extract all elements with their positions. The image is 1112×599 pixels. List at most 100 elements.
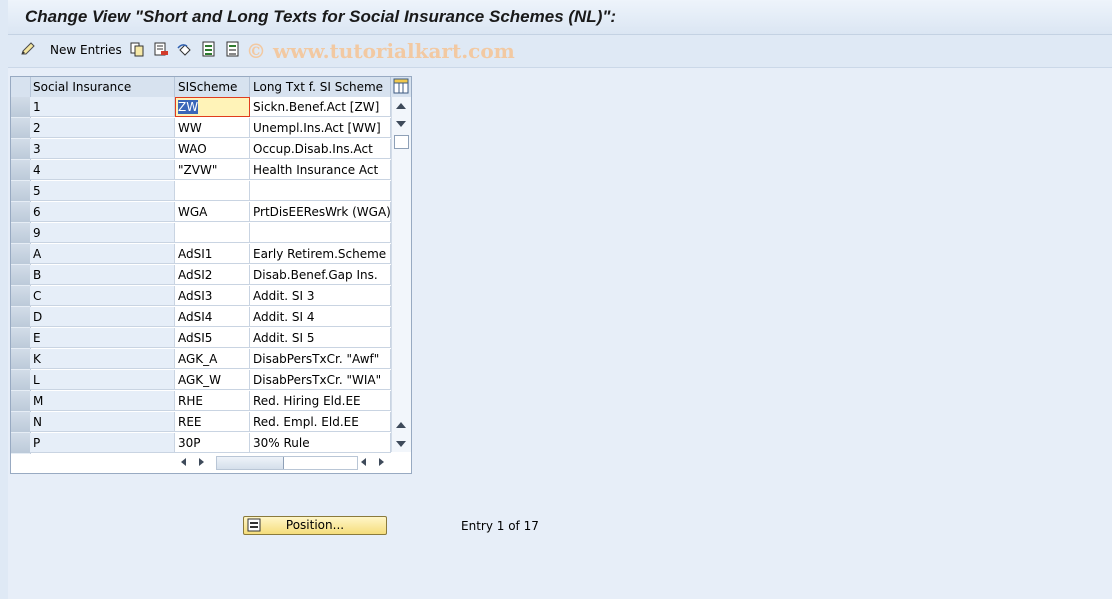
scroll-right-icon[interactable] (199, 458, 204, 466)
row-selector[interactable] (11, 286, 31, 307)
cell-sischeme[interactable]: AdSI3 (175, 286, 250, 306)
cell-social-insurance[interactable]: N (30, 412, 175, 432)
row-selector[interactable] (11, 244, 31, 265)
cell-long-text[interactable]: Disab.Benef.Gap Ins. (250, 265, 391, 285)
undo-icon[interactable] (177, 41, 193, 57)
row-selector[interactable] (11, 349, 31, 370)
cell-sischeme[interactable]: WAO (175, 139, 250, 159)
row-selector[interactable] (11, 307, 31, 328)
table-row: L AGK_W DisabPersTxCr. "WIA" (11, 370, 391, 391)
cell-long-text[interactable]: Addit. SI 4 (250, 307, 391, 327)
cell-sischeme[interactable]: WW (175, 118, 250, 138)
cell-social-insurance[interactable]: L (30, 370, 175, 390)
cell-sischeme[interactable]: REE (175, 412, 250, 432)
column-header-sischeme[interactable]: SIScheme (175, 77, 250, 97)
select-all-rows-corner[interactable] (11, 77, 31, 97)
cell-social-insurance[interactable]: 5 (30, 181, 175, 201)
column-header-social-insurance[interactable]: Social Insurance (30, 77, 175, 97)
cell-long-text[interactable]: Health Insurance Act (250, 160, 391, 180)
cell-long-text[interactable]: Sickn.Benef.Act [ZW] (250, 97, 391, 117)
position-button[interactable]: Position... (243, 516, 387, 535)
cell-long-text[interactable]: Addit. SI 3 (250, 286, 391, 306)
cell-social-insurance[interactable]: B (30, 265, 175, 285)
cell-long-text[interactable] (250, 181, 391, 201)
table-row: C AdSI3 Addit. SI 3 (11, 286, 391, 307)
row-selector[interactable] (11, 433, 31, 454)
cell-long-text[interactable]: Early Retirem.Scheme (250, 244, 391, 264)
row-selector[interactable] (11, 328, 31, 349)
row-selector[interactable] (11, 370, 31, 391)
scroll-end-right-icon[interactable] (379, 458, 384, 466)
cell-social-insurance[interactable]: A (30, 244, 175, 264)
row-selector[interactable] (11, 391, 31, 412)
table-settings-icon[interactable] (393, 78, 409, 94)
horizontal-scroll-track[interactable] (216, 456, 358, 470)
cell-long-text[interactable]: 30% Rule (250, 433, 391, 453)
scroll-down-icon[interactable] (396, 121, 406, 127)
cell-social-insurance[interactable]: 1 (30, 97, 175, 117)
row-selector[interactable] (11, 160, 31, 181)
cell-long-text[interactable]: DisabPersTxCr. "Awf" (250, 349, 391, 369)
table-row: 4 "ZVW" Health Insurance Act (11, 160, 391, 181)
cell-long-text[interactable]: DisabPersTxCr. "WIA" (250, 370, 391, 390)
vertical-scrollbar[interactable] (391, 97, 411, 452)
scroll-page-down-icon[interactable] (396, 441, 406, 447)
column-header-long-text[interactable]: Long Txt f. SI Scheme (250, 77, 391, 97)
cell-social-insurance[interactable]: K (30, 349, 175, 369)
edit-pencil-icon[interactable] (20, 41, 36, 57)
cell-long-text[interactable]: PrtDisEEResWrk (WGA) (250, 202, 391, 222)
scroll-up-icon[interactable] (396, 103, 406, 109)
delete-icon[interactable] (153, 41, 169, 57)
row-selector[interactable] (11, 223, 31, 244)
cell-long-text[interactable]: Red. Hiring Eld.EE (250, 391, 391, 411)
select-all-icon[interactable] (201, 41, 217, 57)
cell-social-insurance[interactable]: 6 (30, 202, 175, 222)
cell-social-insurance[interactable]: 3 (30, 139, 175, 159)
cell-long-text[interactable]: Occup.Disab.Ins.Act (250, 139, 391, 159)
cell-long-text[interactable]: Red. Empl. Eld.EE (250, 412, 391, 432)
table-row: N REE Red. Empl. Eld.EE (11, 412, 391, 433)
scroll-end-left-icon[interactable] (361, 458, 366, 466)
cell-sischeme[interactable]: AdSI5 (175, 328, 250, 348)
cell-sischeme[interactable]: ZW (175, 97, 250, 117)
cell-sischeme[interactable]: AdSI2 (175, 265, 250, 285)
row-selector[interactable] (11, 265, 31, 286)
cell-sischeme[interactable]: RHE (175, 391, 250, 411)
row-selector[interactable] (11, 202, 31, 223)
cell-sischeme[interactable]: 30P (175, 433, 250, 453)
scroll-page-up-icon[interactable] (396, 422, 406, 428)
row-selector[interactable] (11, 97, 31, 118)
row-selector[interactable] (11, 139, 31, 160)
row-selector[interactable] (11, 118, 31, 139)
cell-long-text[interactable]: Addit. SI 5 (250, 328, 391, 348)
new-entries-button[interactable]: New Entries (50, 43, 122, 57)
cell-sischeme[interactable]: AdSI1 (175, 244, 250, 264)
scroll-thumb[interactable] (394, 135, 409, 149)
cell-sischeme[interactable]: AGK_A (175, 349, 250, 369)
cell-sischeme[interactable] (175, 223, 250, 243)
copy-icon[interactable] (129, 41, 145, 57)
page-title: Change View "Short and Long Texts for So… (25, 7, 617, 26)
cell-long-text[interactable]: Unempl.Ins.Act [WW] (250, 118, 391, 138)
cell-social-insurance[interactable]: P (30, 433, 175, 453)
cell-sischeme[interactable]: WGA (175, 202, 250, 222)
cell-social-insurance[interactable]: E (30, 328, 175, 348)
cell-social-insurance[interactable]: 9 (30, 223, 175, 243)
cell-social-insurance[interactable]: 4 (30, 160, 175, 180)
horizontal-scroll-thumb[interactable] (217, 457, 284, 469)
deselect-all-icon[interactable] (225, 41, 241, 57)
cell-social-insurance[interactable]: M (30, 391, 175, 411)
scroll-left-icon[interactable] (181, 458, 186, 466)
cell-sischeme[interactable] (175, 181, 250, 201)
cell-sischeme[interactable]: AdSI4 (175, 307, 250, 327)
table-row: 9 (11, 223, 391, 244)
cell-social-insurance[interactable]: 2 (30, 118, 175, 138)
cell-social-insurance[interactable]: C (30, 286, 175, 306)
cell-social-insurance[interactable]: D (30, 307, 175, 327)
row-selector[interactable] (11, 412, 31, 433)
cell-sischeme[interactable]: "ZVW" (175, 160, 250, 180)
cell-sischeme[interactable]: AGK_W (175, 370, 250, 390)
horizontal-scrollbar[interactable] (175, 453, 391, 471)
row-selector[interactable] (11, 181, 31, 202)
cell-long-text[interactable] (250, 223, 391, 243)
